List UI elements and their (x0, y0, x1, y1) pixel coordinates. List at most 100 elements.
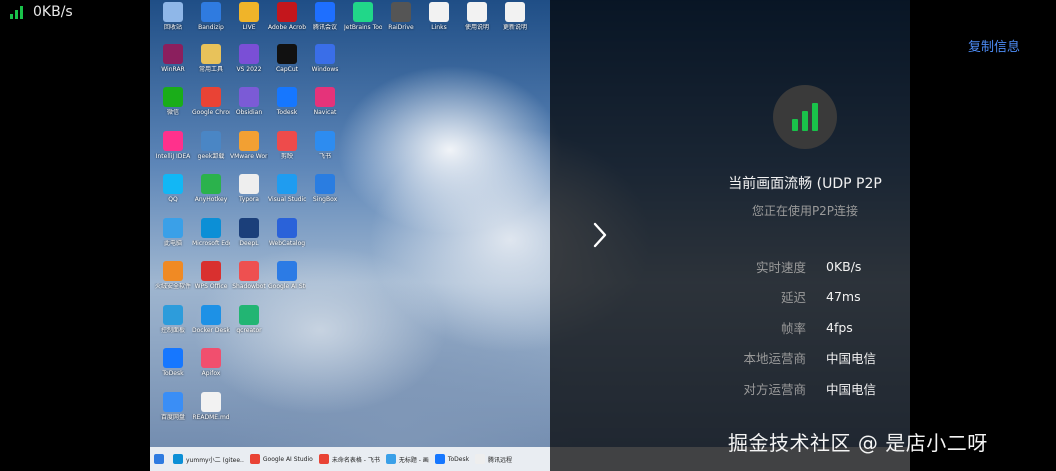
desktop-icon[interactable]: Bandizip (192, 2, 230, 31)
desktop-icon[interactable]: WPS Office (192, 261, 230, 290)
app-icon (315, 2, 335, 22)
taskbar-item[interactable]: 未命名表格 - 飞书 (318, 454, 380, 464)
desktop-icon[interactable]: Windows (306, 44, 344, 73)
desktop-icon[interactable]: Microsoft Edge (192, 218, 230, 247)
stat-label: 延迟 (780, 290, 806, 306)
taskbar-item[interactable]: 无标题 - 画 (385, 454, 429, 464)
desktop-icon[interactable]: 回收站 (154, 2, 192, 31)
desktop-icon[interactable]: ToDesk (154, 348, 192, 377)
app-icon (239, 2, 259, 22)
taskbar-item-label: 未命名表格 - 飞书 (331, 456, 380, 464)
desktop-icon[interactable]: Adobe Acrobat DC (268, 2, 306, 31)
app-icon (315, 44, 335, 64)
desktop-icon-label: 腾讯会议 (312, 24, 337, 31)
app-icon (163, 44, 183, 64)
desktop-icon[interactable]: Navicat (306, 87, 344, 116)
connection-subline: 您正在使用P2P连接 (751, 204, 859, 218)
desktop-icon[interactable]: 常用工具 (192, 44, 230, 73)
desktop-icon[interactable]: 火绒安全软件 (154, 261, 192, 290)
stat-label: 本地运营商 (743, 351, 806, 367)
desktop-icon[interactable]: Todesk (268, 87, 306, 116)
desktop-icon[interactable]: AnyHotkey (192, 174, 230, 203)
desktop-icon[interactable]: 此电脑 (154, 218, 192, 247)
desktop-icon[interactable]: Apifox (192, 348, 230, 377)
stat-value: 4fps (826, 319, 853, 335)
desktop-icon[interactable]: Visual Studio Code (268, 174, 306, 203)
desktop-icon[interactable]: WebCatalog (268, 218, 306, 247)
desktop-icon-label: Google Chrome (192, 109, 230, 116)
desktop-icon[interactable]: 控制面板 (154, 305, 192, 334)
app-icon (277, 131, 297, 151)
desktop-icon-label: Obsidian (235, 109, 263, 116)
desktop-icon-label: WPS Office (194, 283, 228, 290)
taskbar-app-icon (249, 454, 260, 464)
taskbar-item-label: ToDesk (447, 455, 470, 463)
copy-info-button[interactable]: 复制信息 (968, 36, 1020, 55)
desktop-icon-label: 飞书 (318, 153, 331, 160)
desktop-icon[interactable]: 飞书 (306, 131, 344, 160)
chevron-right-icon[interactable] (590, 220, 610, 250)
app-icon (163, 261, 183, 281)
stat-value: 中国电信 (826, 351, 877, 367)
desktop-icon[interactable]: RaiDrive (382, 2, 420, 31)
taskbar-item[interactable]: ToDesk (434, 454, 470, 464)
desktop-icon[interactable]: JetBrains Toolbox (344, 2, 382, 31)
desktop-icon-label: QQ (168, 196, 178, 203)
desktop-icon[interactable]: Shadowbot (230, 261, 268, 290)
signal-icon (10, 5, 23, 19)
desktop-icon-label: 更新说明 (502, 24, 527, 31)
desktop-icon-label: DeepL (239, 240, 259, 247)
desktop-icon[interactable]: qcreator (230, 305, 268, 334)
desktop-icon[interactable]: Links (420, 2, 458, 31)
taskbar-item-label: 无标题 - 画 (398, 456, 429, 464)
stat-row: 实时速度 0KB/s (700, 251, 920, 282)
stat-row: 延迟 47ms (700, 282, 920, 313)
taskbar-item[interactable]: Google AI Studio (249, 454, 313, 464)
taskbar-item[interactable]: yummy小二 (gitee.. (173, 454, 244, 464)
app-icon (163, 131, 183, 151)
desktop-icon[interactable]: Docker Desktop (192, 305, 230, 334)
app-icon (239, 305, 259, 325)
stat-label: 实时速度 (755, 259, 806, 275)
desktop-icon[interactable]: LIVE (230, 2, 268, 31)
desktop-icon[interactable]: Google AI Studio (268, 261, 306, 290)
app-icon (239, 218, 259, 238)
desktop-icon[interactable]: VMware Workstation (230, 131, 268, 160)
desktop-icon[interactable]: Obsidian (230, 87, 268, 116)
desktop-icon[interactable]: Typora (230, 174, 268, 203)
desktop-icon[interactable]: 更新说明 (496, 2, 534, 31)
app-icon (163, 174, 183, 194)
desktop-icon[interactable]: VS 2022 (230, 44, 268, 73)
desktop-icon[interactable]: 使用说明 (458, 2, 496, 31)
desktop-icon[interactable]: 百度网盘 (154, 392, 192, 421)
desktop-icon-label: WinRAR (161, 66, 185, 73)
taskbar-item[interactable] (154, 454, 167, 464)
desktop-icon[interactable]: geek卸载 (192, 131, 230, 160)
desktop-icon-label: geek卸载 (197, 153, 225, 160)
desktop-icon[interactable]: README.md (192, 392, 230, 421)
desktop-icon[interactable]: WinRAR (154, 44, 192, 73)
desktop-icon[interactable]: DeepL (230, 218, 268, 247)
desktop-icon[interactable]: Google Chrome (192, 87, 230, 116)
desktop-icon[interactable]: SingBox (306, 174, 344, 203)
desktop-icon-label: VS 2022 (236, 66, 262, 73)
desktop-icon-label: Visual Studio Code (268, 196, 306, 203)
app-icon (163, 305, 183, 325)
desktop-icon-label: qcreator (236, 327, 262, 334)
desktop-icon[interactable]: IntelliJ IDEA (154, 131, 192, 160)
stat-row: 帧率 4fps (700, 312, 920, 343)
desktop-icon-label: 剪映 (280, 153, 293, 160)
app-icon (277, 218, 297, 238)
desktop-icon[interactable]: 腾讯会议 (306, 2, 344, 31)
app-icon (277, 261, 297, 281)
desktop-icon-label: 此电脑 (163, 240, 182, 247)
desktop-icon[interactable]: CapCut (268, 44, 306, 73)
app-icon (239, 261, 259, 281)
desktop-icon-label: 控制面板 (160, 327, 185, 334)
desktop-icon-label: JetBrains Toolbox (344, 24, 382, 31)
desktop-icon[interactable]: QQ (154, 174, 192, 203)
stat-value: 47ms (826, 289, 861, 305)
taskbar-item[interactable]: 腾讯远程 (475, 454, 512, 464)
desktop-icon[interactable]: 微信 (154, 87, 192, 116)
desktop-icon[interactable]: 剪映 (268, 131, 306, 160)
